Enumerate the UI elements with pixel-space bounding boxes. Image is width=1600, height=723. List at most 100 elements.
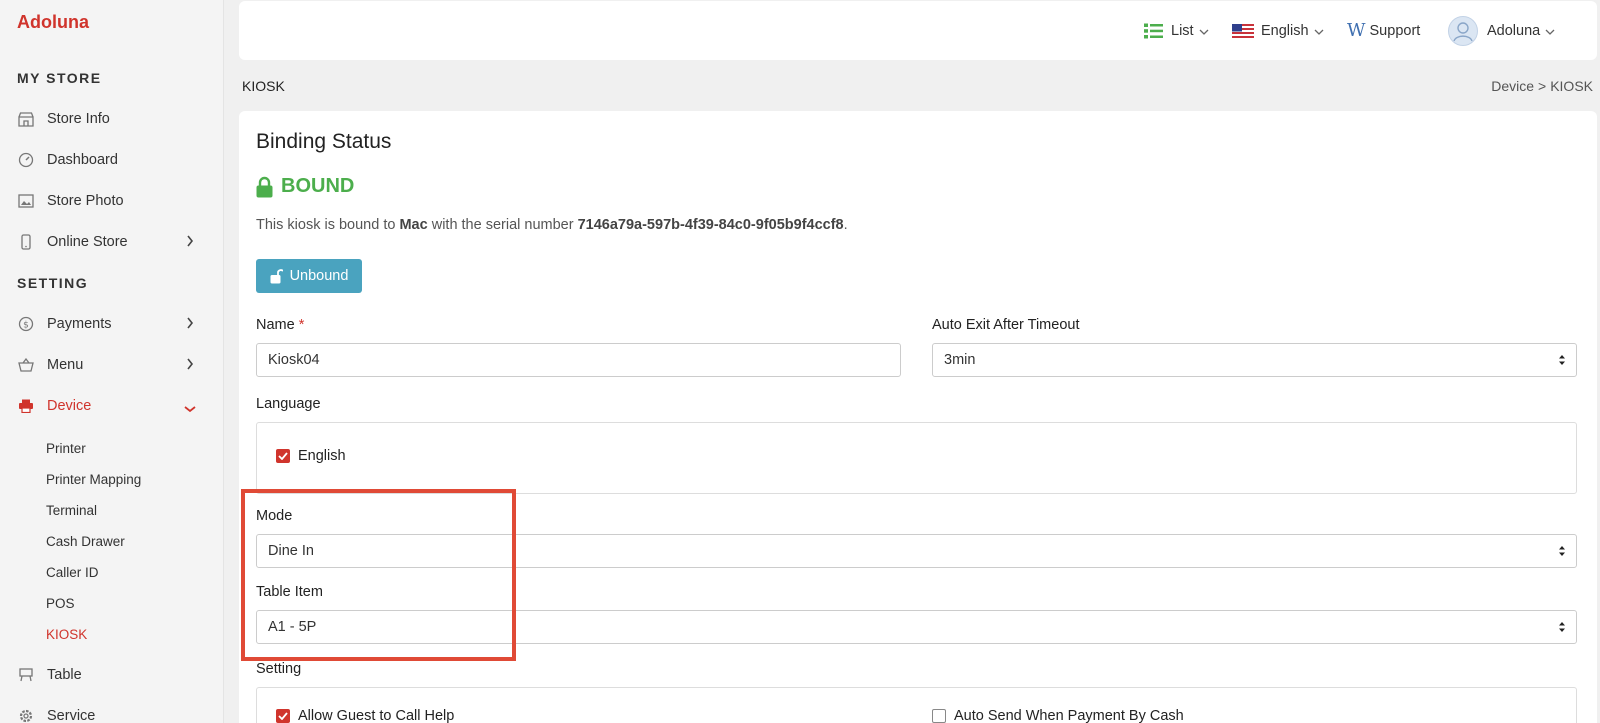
gear-icon	[17, 707, 35, 723]
name-label: Name *	[256, 317, 305, 333]
mode-label: Mode	[256, 508, 293, 524]
sidebar: Adoluna MY STORE Store Info Dashboard St…	[0, 0, 224, 723]
support-w-icon: W	[1347, 20, 1366, 41]
page-title: KIOSK	[242, 78, 285, 94]
list-view-dropdown[interactable]: List	[1144, 1, 1209, 60]
language-dropdown[interactable]: English	[1232, 1, 1324, 60]
required-mark: *	[298, 317, 305, 333]
sidebar-sub-terminal[interactable]: Terminal	[46, 503, 97, 518]
language-options-box	[256, 422, 1577, 494]
sidebar-item-device[interactable]: Device	[0, 391, 224, 421]
sidebar-sub-kiosk[interactable]: KIOSK	[46, 627, 87, 642]
sidebar-item-store-info[interactable]: Store Info	[0, 104, 224, 134]
select-arrows-icon	[1558, 544, 1566, 562]
setting-auto-send-label: Auto Send When Payment By Cash	[954, 708, 1184, 723]
printer-icon	[17, 397, 35, 415]
breadcrumb-kiosk: KIOSK	[1550, 78, 1593, 94]
language-label: Language	[256, 396, 321, 412]
table-item-label: Table Item	[256, 584, 323, 600]
dollar-icon: $	[17, 315, 35, 333]
brand-logo[interactable]: Adoluna	[17, 12, 89, 33]
chevron-down-icon	[184, 401, 196, 417]
table-icon	[17, 666, 35, 684]
serial-number: 7146a79a-597b-4f39-84c0-9f05b9f4ccf8	[577, 217, 844, 233]
sidebar-item-store-photo[interactable]: Store Photo	[0, 186, 224, 216]
binding-status-title: Binding Status	[256, 130, 392, 153]
chevron-right-icon	[186, 358, 194, 374]
mobile-icon	[17, 233, 35, 251]
sidebar-item-label: Service	[47, 708, 96, 723]
store-icon	[17, 110, 35, 128]
section-setting: SETTING	[17, 275, 89, 291]
binding-description: This kiosk is bound to Mac with the seri…	[256, 217, 848, 233]
checkbox-checked-icon	[276, 709, 290, 723]
breadcrumb-device[interactable]: Device	[1491, 78, 1534, 94]
breadcrumb: Device > KIOSK	[1491, 78, 1593, 94]
sidebar-item-dashboard[interactable]: Dashboard	[0, 145, 224, 175]
chevron-down-icon	[1545, 23, 1555, 39]
list-icon	[1144, 23, 1163, 39]
language-english-checkbox[interactable]: English	[276, 448, 346, 464]
language-english-label: English	[298, 448, 346, 464]
sidebar-sub-caller-id[interactable]: Caller ID	[46, 565, 99, 580]
avatar	[1448, 15, 1478, 46]
us-flag-icon	[1232, 23, 1254, 38]
unbound-button-label: Unbound	[289, 268, 349, 284]
table-item-value: A1 - 5P	[268, 619, 317, 635]
sidebar-sub-cash-drawer[interactable]: Cash Drawer	[46, 534, 125, 549]
table-item-select[interactable]: A1 - 5P	[256, 610, 1577, 644]
name-input[interactable]: Kiosk04	[256, 343, 901, 377]
mode-select[interactable]: Dine In	[256, 534, 1577, 568]
select-arrows-icon	[1558, 620, 1566, 638]
chevron-down-icon	[1314, 23, 1324, 39]
sidebar-sub-pos[interactable]: POS	[46, 596, 75, 611]
bound-device-name: Mac	[399, 217, 428, 233]
list-label: List	[1171, 22, 1194, 39]
sidebar-item-label: Table	[47, 667, 82, 683]
unbound-button[interactable]: Unbound	[256, 259, 362, 293]
sidebar-item-label: Menu	[47, 357, 84, 373]
gauge-icon	[17, 151, 35, 169]
checkbox-checked-icon	[276, 449, 290, 463]
sidebar-item-label: Store Info	[47, 111, 110, 127]
chevron-right-icon	[186, 317, 194, 333]
sidebar-item-table[interactable]: Table	[0, 660, 224, 690]
section-my-store: MY STORE	[17, 70, 102, 86]
setting-call-help-label: Allow Guest to Call Help	[298, 708, 455, 723]
breadcrumb-separator: >	[1538, 78, 1547, 94]
unlock-icon	[270, 269, 283, 284]
bound-status: BOUND	[256, 175, 354, 198]
language-label: English	[1261, 22, 1309, 39]
sidebar-item-online-store[interactable]: Online Store	[0, 227, 224, 257]
user-menu[interactable]: Adoluna	[1448, 1, 1555, 60]
mode-value: Dine In	[268, 543, 314, 559]
kiosk-settings-card: Binding Status BOUND This kiosk is bound…	[239, 111, 1597, 723]
sidebar-item-payments[interactable]: $ Payments	[0, 309, 224, 339]
sidebar-item-label: Store Photo	[47, 193, 124, 209]
sidebar-item-menu[interactable]: Menu	[0, 350, 224, 380]
setting-auto-send-checkbox[interactable]: Auto Send When Payment By Cash	[932, 708, 1184, 723]
image-icon	[17, 192, 35, 210]
bind-text-prefix: This kiosk is bound to	[256, 217, 400, 233]
support-link[interactable]: W Support	[1347, 1, 1420, 60]
checkbox-unchecked-icon	[932, 709, 946, 723]
bound-status-text: BOUND	[281, 175, 355, 197]
auto-exit-timeout-label: Auto Exit After Timeout	[932, 317, 1080, 333]
top-header: List English W Support Adoluna	[239, 1, 1597, 60]
user-name: Adoluna	[1487, 22, 1541, 39]
svg-text:$: $	[23, 321, 29, 331]
sidebar-item-service[interactable]: Service	[0, 701, 224, 723]
select-arrows-icon	[1558, 353, 1566, 371]
setting-call-help-checkbox[interactable]: Allow Guest to Call Help	[276, 708, 454, 723]
support-label: Support	[1369, 22, 1421, 39]
auto-exit-timeout-select[interactable]: 3min	[932, 343, 1577, 377]
setting-label: Setting	[256, 661, 302, 677]
bind-text-suffix: .	[843, 217, 848, 233]
basket-icon	[17, 356, 35, 374]
chevron-down-icon	[1199, 23, 1209, 39]
sidebar-sub-printer-mapping[interactable]: Printer Mapping	[46, 472, 141, 487]
lock-icon	[256, 176, 273, 197]
chevron-right-icon	[186, 235, 194, 251]
sidebar-sub-printer[interactable]: Printer	[46, 441, 86, 456]
sidebar-item-label: Online Store	[47, 234, 128, 250]
